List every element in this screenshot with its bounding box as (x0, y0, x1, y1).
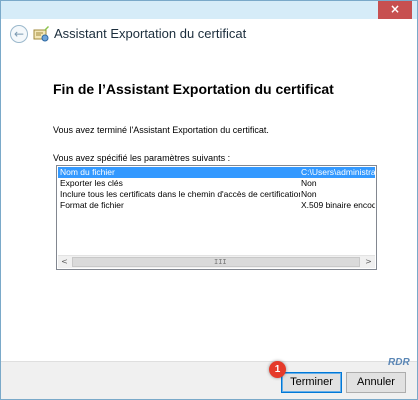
setting-name: Inclure tous les certificats dans le che… (60, 189, 300, 199)
export-wizard-window: × ← Assistant Exportation du certificat … (0, 0, 418, 400)
setting-value: Non (301, 189, 317, 199)
setting-name: Nom du fichier (60, 167, 115, 177)
scroll-right-icon[interactable]: > (362, 256, 375, 268)
setting-value: C:\Users\administra (301, 167, 375, 177)
horizontal-scrollbar[interactable]: < III > (58, 255, 375, 268)
cancel-button[interactable]: Annuler (346, 372, 406, 393)
list-item[interactable]: Inclure tous les certificats dans le che… (58, 189, 375, 200)
wizard-title: Assistant Exportation du certificat (54, 26, 247, 41)
close-button[interactable]: × (378, 1, 412, 19)
scroll-left-icon[interactable]: < (58, 256, 71, 268)
page-title: Fin de l’Assistant Exportation du certif… (53, 81, 334, 97)
settings-label: Vous avez spécifié les paramètres suivan… (53, 153, 231, 163)
completed-message: Vous avez terminé l'Assistant Exportatio… (53, 125, 269, 135)
list-item[interactable]: Nom du fichier C:\Users\administra (58, 167, 375, 178)
wizard-footer: Terminer Annuler (1, 361, 417, 399)
finish-button[interactable]: Terminer (281, 372, 342, 393)
settings-listbox[interactable]: Nom du fichier C:\Users\administra Expor… (56, 165, 377, 270)
watermark-logo: RDR (388, 354, 418, 374)
step-badge: 1 (269, 361, 286, 378)
scroll-thumb[interactable]: III (72, 257, 360, 267)
setting-value: X.509 binaire encod (301, 200, 375, 210)
watermark-text: RDR (388, 357, 410, 368)
wizard-content: Fin de l’Assistant Exportation du certif… (1, 49, 417, 361)
scroll-grip-icon: III (214, 258, 227, 266)
setting-name: Exporter les clés (60, 178, 123, 188)
wizard-header: ← Assistant Exportation du certificat (1, 19, 417, 49)
certificate-icon (33, 26, 49, 42)
list-item[interactable]: Format de fichier X.509 binaire encod (58, 200, 375, 211)
title-bar: × (1, 1, 417, 19)
setting-name: Format de fichier (60, 200, 124, 210)
back-arrow-icon[interactable]: ← (10, 25, 28, 43)
list-item[interactable]: Exporter les clés Non (58, 178, 375, 189)
setting-value: Non (301, 178, 317, 188)
